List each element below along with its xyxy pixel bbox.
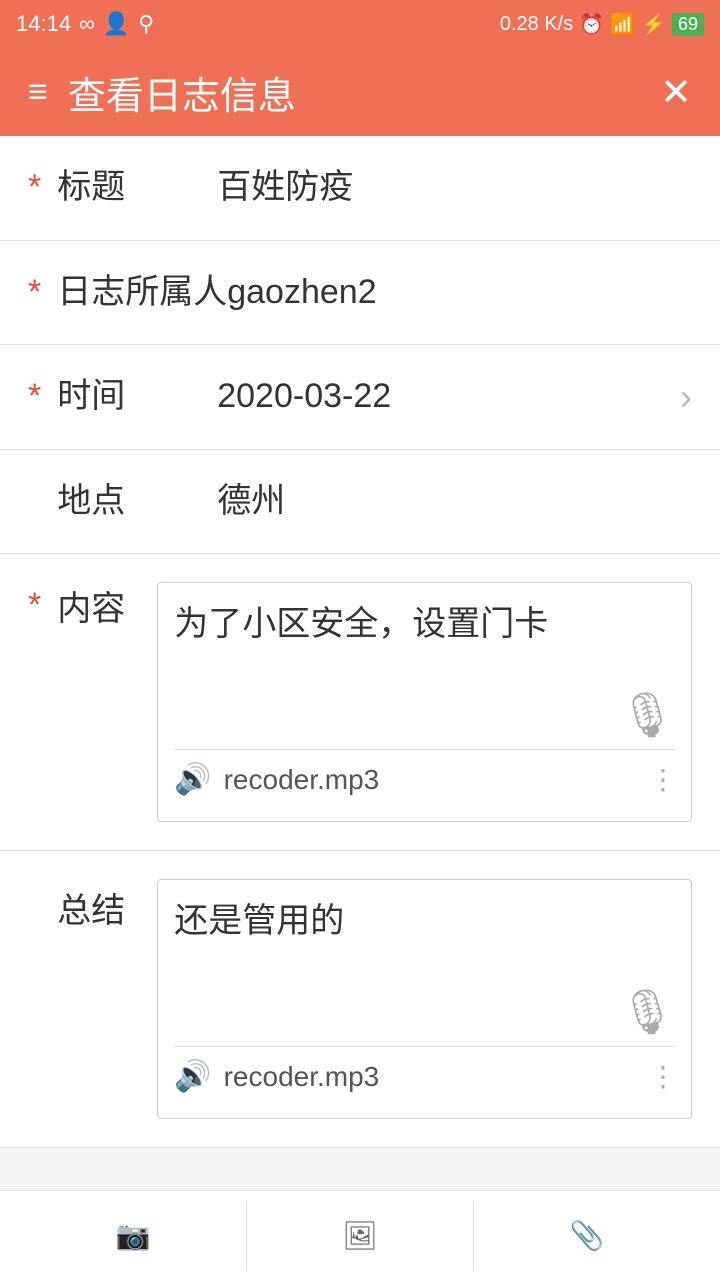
summary-text: 还是管用的 [174, 896, 675, 1034]
summary-audio-file-row: 🔊 recoder.mp3 ⋮ [174, 1046, 675, 1102]
content-required-star: * [28, 582, 41, 630]
status-right: 0.28 K/s ⏰ 📶 ⚡ 69 [500, 12, 704, 37]
owner-field-row: * 日志所属人 gaozhen2 [0, 241, 720, 346]
time-field-label: 时间 [57, 373, 217, 421]
status-battery-icon: 69 [672, 13, 704, 36]
content-more-icon[interactable]: ⋮ [649, 763, 675, 796]
camera-button[interactable]: 📷 [20, 1201, 247, 1271]
title-field-row: * 标题 百姓防疫 [0, 136, 720, 241]
owner-field-value: gaozhen2 [227, 269, 692, 317]
status-left: 14:14 ∞ 👤 ⚲ [16, 11, 154, 37]
menu-icon[interactable]: ≡ [28, 73, 48, 112]
bottom-toolbar: 📷 🖼 📎 [0, 1190, 720, 1280]
summary-textarea[interactable]: 还是管用的 🎙 🔊 recoder.mp3 ⋮ [157, 879, 692, 1119]
status-infinity: ∞ [79, 11, 95, 37]
owner-required-star: * [28, 269, 41, 317]
summary-field-row: * 总结 还是管用的 🎙 🔊 recoder.mp3 ⋮ [0, 851, 720, 1148]
title-field-label: 标题 [57, 164, 217, 212]
time-chevron-icon: › [680, 376, 692, 418]
status-person: 👤 [103, 11, 130, 37]
content-mic-icon[interactable]: 🎙 [619, 689, 675, 741]
app-header: ≡ 查看日志信息 ✕ [0, 48, 720, 136]
content-audio-icon: 🔊 [174, 762, 211, 797]
content-field-label: 内容 [57, 582, 157, 634]
summary-mic-icon[interactable]: 🎙 [619, 986, 675, 1038]
content-field-row: * 内容 为了小区安全，设置门卡 🎙 🔊 recoder.mp3 ⋮ [0, 554, 720, 851]
title-required-star: * [28, 164, 41, 212]
summary-audio-filename: recoder.mp3 [224, 1061, 649, 1093]
owner-field-label: 日志所属人 [57, 269, 227, 317]
status-usb: ⚲ [138, 11, 154, 37]
location-placeholder-star: * [28, 478, 41, 526]
time-field-row[interactable]: * 时间 2020-03-22 › [0, 345, 720, 450]
status-bar: 14:14 ∞ 👤 ⚲ 0.28 K/s ⏰ 📶 ⚡ 69 [0, 0, 720, 48]
time-required-star: * [28, 373, 41, 421]
page-title: 查看日志信息 [68, 65, 296, 120]
summary-placeholder-star: * [28, 879, 41, 927]
status-time: 14:14 [16, 11, 71, 37]
attachment-button[interactable]: 📎 [474, 1201, 700, 1271]
location-field-value: 德州 [217, 478, 692, 526]
header-left: ≡ 查看日志信息 [28, 65, 296, 120]
content-textarea[interactable]: 为了小区安全，设置门卡 🎙 🔊 recoder.mp3 ⋮ [157, 582, 692, 822]
time-field-value: 2020-03-22 [217, 373, 680, 421]
summary-audio-icon: 🔊 [174, 1059, 211, 1094]
content-audio-file-row: 🔊 recoder.mp3 ⋮ [174, 749, 675, 805]
location-field-row: * 地点 德州 [0, 450, 720, 555]
status-flash-icon: ⚡ [641, 12, 666, 37]
close-icon[interactable]: ✕ [660, 70, 692, 115]
gallery-button[interactable]: 🖼 [247, 1201, 474, 1271]
status-alarm-icon: ⏰ [579, 12, 604, 37]
content-audio-filename: recoder.mp3 [224, 764, 649, 796]
content-text: 为了小区安全，设置门卡 [174, 599, 675, 737]
summary-more-icon[interactable]: ⋮ [649, 1060, 675, 1093]
form-content: * 标题 百姓防疫 * 日志所属人 gaozhen2 * 时间 2020-03-… [0, 136, 720, 1248]
summary-field-label: 总结 [57, 879, 157, 932]
location-field-label: 地点 [57, 478, 217, 526]
status-speed: 0.28 K/s [500, 13, 573, 36]
status-signal-icon: 📶 [610, 12, 635, 37]
title-field-value: 百姓防疫 [217, 164, 692, 212]
